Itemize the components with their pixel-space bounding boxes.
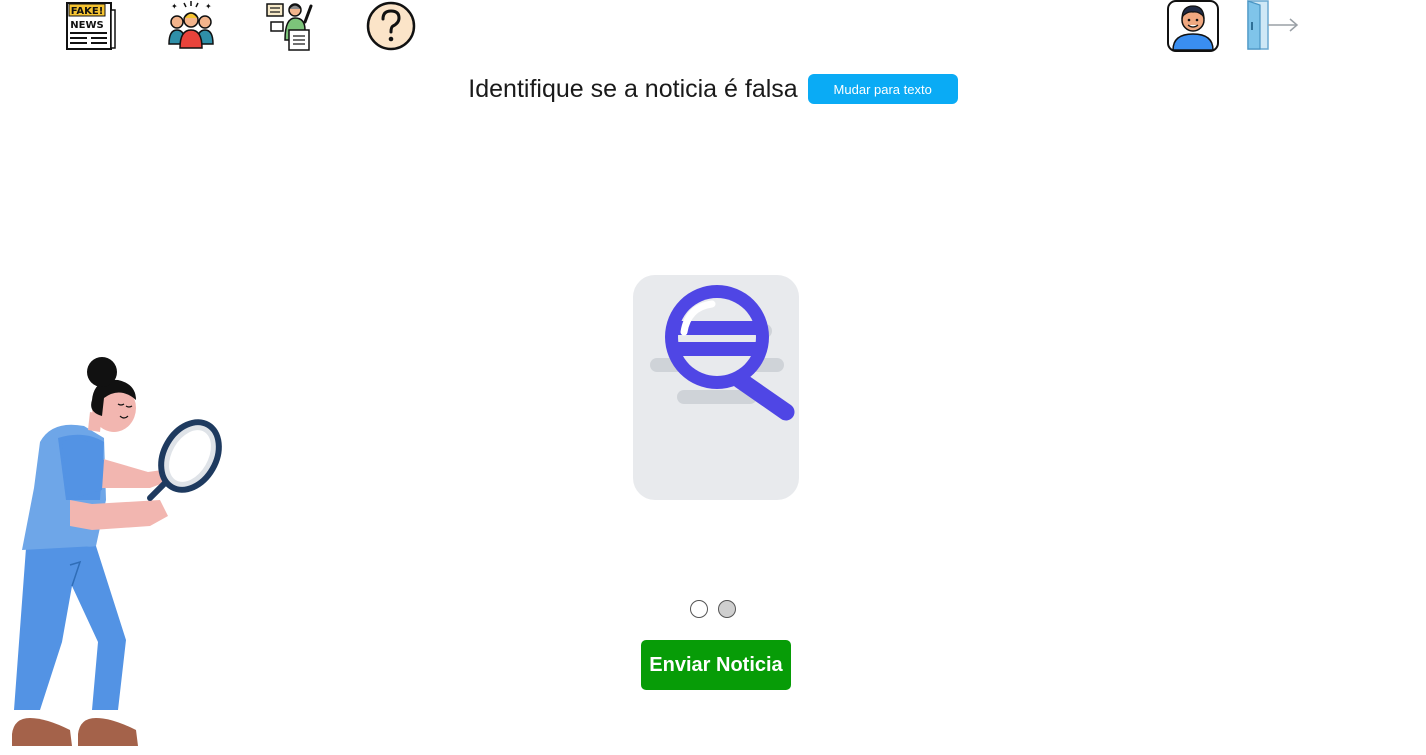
logout-nav-icon[interactable] (1246, 0, 1299, 52)
document-search-illustration (630, 272, 802, 504)
carousel-dot-1[interactable] (690, 600, 708, 618)
profile-nav-icon[interactable] (1167, 0, 1219, 52)
community-icon: ✦ ✦ (168, 1, 214, 49)
help-question-icon (366, 1, 416, 51)
presenter-icon (266, 3, 313, 51)
switch-to-text-button[interactable]: Mudar para texto (807, 74, 958, 104)
woman-magnifier-illustration (0, 350, 240, 750)
page-title: Identifique se a noticia é falsa (468, 74, 798, 103)
fake-news-nav-icon[interactable]: FAKE! NEWS (65, 0, 117, 52)
carousel-dots (690, 600, 736, 618)
send-news-button[interactable]: Enviar Noticia (641, 640, 791, 690)
community-nav-icon[interactable]: ✦ ✦ (165, 0, 217, 52)
fake-news-icon: FAKE! NEWS (66, 2, 116, 50)
fake-sign-text: FAKE! (71, 6, 104, 17)
carousel-dot-2[interactable] (718, 600, 736, 618)
document-magnifier-icon (633, 275, 799, 500)
logout-door-icon (1247, 0, 1299, 50)
presenter-nav-icon[interactable] (265, 0, 317, 52)
user-avatar-icon (1167, 0, 1219, 52)
svg-text:✦: ✦ (205, 2, 212, 11)
title-row: Identifique se a noticia é falsa Mudar p… (0, 74, 1426, 104)
help-nav-icon[interactable] (365, 0, 417, 52)
news-sign-text: NEWS (70, 20, 103, 31)
woman-with-magnifier-icon (12, 357, 222, 746)
svg-text:✦: ✦ (171, 2, 178, 11)
